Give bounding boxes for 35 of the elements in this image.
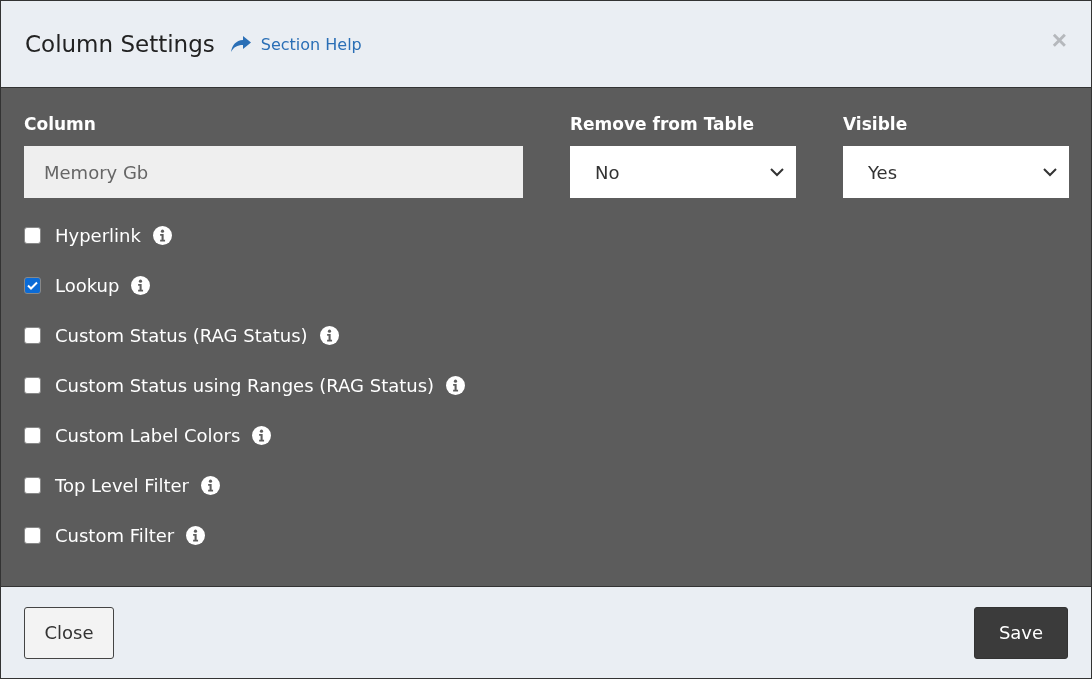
checkbox-label: Lookup [55,274,120,296]
info-icon [319,325,339,345]
chevron-down-icon [1043,167,1057,177]
checkbox[interactable] [24,426,41,444]
save-button[interactable]: Save [974,606,1068,659]
chevron-down-icon [770,167,784,177]
info-icon [446,375,466,395]
check-icon [27,280,38,290]
checkbox[interactable] [24,376,41,394]
checkbox-label: Custom Filter [55,524,175,546]
checkbox[interactable] [24,476,41,494]
info-icon [131,275,151,295]
checkbox-label: Top Level Filter [55,474,189,496]
dialog-title: Column Settings [25,31,215,57]
field-label: Column [24,114,97,134]
info-icon [186,525,206,545]
dropdown[interactable]: No [570,146,796,198]
dropdown[interactable]: Yes [843,146,1069,198]
close-button[interactable]: Close [24,606,114,659]
share-arrow-icon [230,36,251,52]
checkbox-label: Custom Status (RAG Status) [55,324,308,346]
field-label: Visible [843,114,909,134]
info-icon [252,425,272,445]
checkbox[interactable] [24,226,41,244]
checkbox[interactable] [24,326,41,344]
checkbox[interactable] [24,526,41,544]
field-label: Remove from Table [570,114,756,134]
checkbox-label: Hyperlink [55,224,141,246]
info-icon [152,225,172,245]
checkbox[interactable] [24,276,41,294]
info-icon [200,475,220,495]
column-name-field[interactable]: Memory Gb [24,146,523,198]
section-help-link[interactable]: Section Help [230,34,362,54]
checkbox-label: Custom Status using Ranges (RAG Status) [55,374,435,396]
checkbox-label: Custom Label Colors [55,424,241,446]
